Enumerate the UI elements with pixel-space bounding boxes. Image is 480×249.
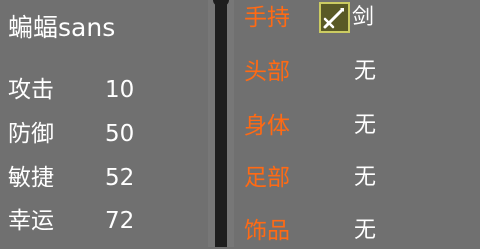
equipment-panel: 手持 剑 头部 无 身体 无 足部 无 饰品 无 [234, 0, 480, 247]
equip-slot-feet[interactable]: 足部 无 [234, 160, 480, 196]
slot-label: 饰品 [244, 218, 290, 244]
stat-value: 50 [105, 121, 135, 147]
slot-value: 剑 [352, 5, 375, 30]
equip-slot-accessory[interactable]: 饰品 无 [234, 213, 480, 249]
stat-label: 幸运 [8, 208, 54, 234]
equip-slot-body[interactable]: 身体 无 [234, 108, 480, 144]
stat-label: 敏捷 [8, 165, 54, 191]
equip-slot-head[interactable]: 头部 无 [234, 54, 480, 90]
stat-label: 攻击 [8, 77, 54, 103]
slot-value: 无 [354, 113, 377, 138]
character-name: 蝙蝠sans [8, 13, 116, 42]
stat-row-attack: 攻击 10 [8, 74, 198, 106]
stat-value: 52 [105, 165, 135, 191]
slot-label: 头部 [244, 59, 290, 85]
slot-value: 无 [354, 59, 377, 84]
stat-row-defense: 防御 50 [8, 118, 198, 150]
slot-value: 无 [354, 218, 377, 243]
slot-value: 无 [354, 165, 377, 190]
stat-row-luck: 幸运 72 [8, 205, 198, 237]
stat-value: 10 [105, 77, 135, 103]
stat-label: 防御 [8, 121, 54, 147]
stat-row-agility: 敏捷 52 [8, 162, 198, 194]
character-stats-panel: 蝙蝠sans 攻击 10 防御 50 敏捷 52 幸运 72 [0, 0, 208, 247]
panel-divider-bar [215, 0, 227, 247]
sword-icon [319, 2, 350, 33]
slot-label: 手持 [244, 5, 290, 31]
equip-slot-hand[interactable]: 手持 剑 [234, 0, 480, 36]
slot-label: 足部 [244, 165, 290, 191]
slot-label: 身体 [244, 113, 290, 139]
stat-value: 72 [105, 208, 135, 234]
